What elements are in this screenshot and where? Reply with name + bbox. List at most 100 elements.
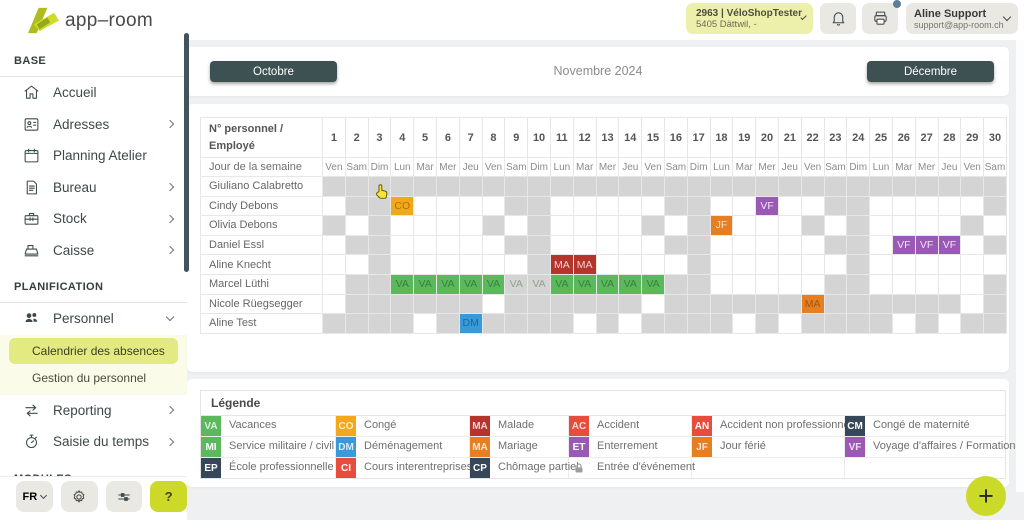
day-cell[interactable] — [482, 216, 505, 236]
day-cell[interactable] — [984, 255, 1007, 275]
absence-cell-vf[interactable]: VF — [756, 196, 779, 216]
day-cell[interactable] — [550, 294, 573, 314]
day-cell[interactable] — [436, 255, 459, 275]
absence-cell-jf[interactable]: JF — [710, 216, 733, 236]
day-cell[interactable] — [961, 294, 984, 314]
day-cell[interactable] — [915, 177, 938, 197]
day-cell[interactable] — [414, 235, 437, 255]
day-cell[interactable] — [824, 255, 847, 275]
app-logo[interactable]: app–room — [26, 6, 153, 35]
day-cell[interactable] — [323, 235, 346, 255]
day-cell[interactable] — [984, 196, 1007, 216]
day-cell[interactable] — [938, 216, 961, 236]
next-month-button[interactable]: Décembre — [867, 61, 994, 82]
day-cell[interactable] — [391, 235, 414, 255]
day-cell[interactable] — [733, 235, 756, 255]
language-selector[interactable]: FR — [16, 481, 53, 512]
day-cell[interactable] — [596, 255, 619, 275]
day-cell[interactable] — [642, 177, 665, 197]
day-cell[interactable] — [938, 196, 961, 216]
print-button[interactable] — [862, 3, 898, 34]
absence-cell-ma[interactable]: MA — [801, 294, 824, 314]
day-cell[interactable] — [368, 314, 391, 334]
add-entry-fab[interactable]: + — [966, 476, 1006, 516]
day-cell[interactable] — [733, 177, 756, 197]
day-cell[interactable] — [664, 255, 687, 275]
day-cell[interactable] — [870, 294, 893, 314]
day-cell[interactable] — [847, 177, 870, 197]
day-cell[interactable] — [801, 235, 824, 255]
day-cell[interactable] — [550, 196, 573, 216]
day-cell[interactable] — [368, 274, 391, 294]
day-cell[interactable] — [596, 177, 619, 197]
day-cell[interactable] — [323, 216, 346, 236]
day-cell[interactable] — [778, 196, 801, 216]
day-cell[interactable] — [414, 314, 437, 334]
day-cell[interactable] — [391, 177, 414, 197]
day-cell[interactable] — [870, 314, 893, 334]
day-cell[interactable] — [892, 314, 915, 334]
day-cell[interactable] — [573, 294, 596, 314]
day-cell[interactable] — [391, 294, 414, 314]
absence-cell-va[interactable]: VA — [596, 274, 619, 294]
day-cell[interactable] — [778, 255, 801, 275]
submenu-item-gestion-du-personnel[interactable]: Gestion du personnel — [0, 365, 187, 391]
day-cell[interactable] — [505, 294, 528, 314]
sidebar-item-reporting[interactable]: Reporting — [0, 395, 187, 427]
day-cell[interactable] — [619, 196, 642, 216]
day-cell[interactable] — [528, 235, 551, 255]
day-cell[interactable] — [801, 177, 824, 197]
day-cell[interactable] — [528, 314, 551, 334]
day-cell[interactable] — [915, 255, 938, 275]
day-cell[interactable] — [596, 314, 619, 334]
day-cell[interactable] — [573, 177, 596, 197]
day-cell[interactable] — [505, 196, 528, 216]
day-cell[interactable] — [482, 235, 505, 255]
absence-cell-va[interactable]: VA — [505, 274, 528, 294]
day-cell[interactable] — [984, 294, 1007, 314]
day-cell[interactable] — [482, 177, 505, 197]
day-cell[interactable] — [414, 216, 437, 236]
day-cell[interactable] — [984, 235, 1007, 255]
day-cell[interactable] — [915, 314, 938, 334]
sidebar-item-caisse[interactable]: Caisse — [0, 235, 187, 267]
day-cell[interactable] — [642, 255, 665, 275]
absence-cell-va[interactable]: VA — [482, 274, 505, 294]
day-cell[interactable] — [687, 314, 710, 334]
sidebar-scrollbar-thumb[interactable] — [184, 33, 189, 272]
day-cell[interactable] — [505, 216, 528, 236]
absence-cell-ma[interactable]: MA — [550, 255, 573, 275]
day-cell[interactable] — [573, 235, 596, 255]
day-cell[interactable] — [801, 255, 824, 275]
day-cell[interactable] — [847, 235, 870, 255]
day-cell[interactable] — [733, 216, 756, 236]
day-cell[interactable] — [892, 216, 915, 236]
day-cell[interactable] — [550, 177, 573, 197]
absence-cell-va[interactable]: VA — [550, 274, 573, 294]
day-cell[interactable] — [642, 314, 665, 334]
day-cell[interactable] — [801, 196, 824, 216]
day-cell[interactable] — [619, 216, 642, 236]
absence-cell-va[interactable]: VA — [436, 274, 459, 294]
absence-cell-vf[interactable]: VF — [915, 235, 938, 255]
day-cell[interactable] — [915, 216, 938, 236]
day-cell[interactable] — [756, 177, 779, 197]
absence-cell-va[interactable]: VA — [642, 274, 665, 294]
day-cell[interactable] — [505, 177, 528, 197]
day-cell[interactable] — [391, 255, 414, 275]
day-cell[interactable] — [870, 274, 893, 294]
day-cell[interactable] — [391, 216, 414, 236]
day-cell[interactable] — [345, 196, 368, 216]
day-cell[interactable] — [436, 196, 459, 216]
user-menu[interactable]: Aline Support support@app-room.ch — [906, 3, 1018, 34]
day-cell[interactable] — [323, 274, 346, 294]
day-cell[interactable] — [664, 294, 687, 314]
day-cell[interactable] — [870, 177, 893, 197]
day-cell[interactable] — [892, 255, 915, 275]
day-cell[interactable] — [824, 274, 847, 294]
day-cell[interactable] — [847, 255, 870, 275]
day-cell[interactable] — [687, 294, 710, 314]
day-cell[interactable] — [550, 235, 573, 255]
day-cell[interactable] — [368, 177, 391, 197]
day-cell[interactable] — [801, 216, 824, 236]
